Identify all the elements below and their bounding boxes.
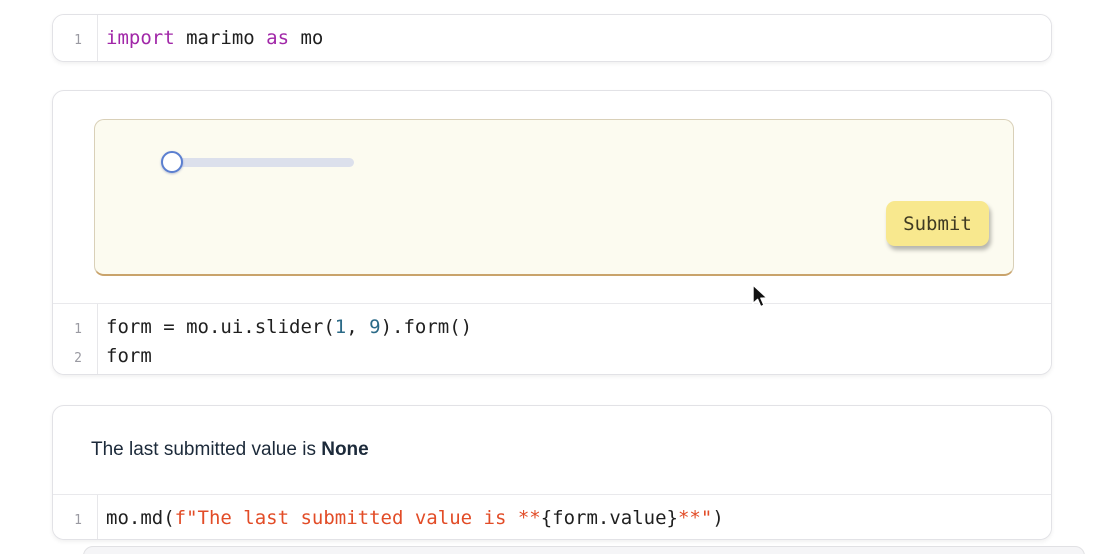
- code-token-plain: ).form(): [381, 316, 473, 338]
- notebook-cell-form: Submit 1form = mo.ui.slider(1, 9).form()…: [52, 90, 1052, 375]
- code-line[interactable]: 1form = mo.ui.slider(1, 9).form(): [53, 314, 1051, 343]
- cell-output-area: The last submitted value is None: [53, 406, 1051, 494]
- line-number: 1: [53, 507, 97, 534]
- code-token-keyword: import: [106, 27, 175, 49]
- code-text[interactable]: mo.md(f"The last submitted value is **{f…: [97, 505, 724, 532]
- code-line[interactable]: 1import marimo as mo: [53, 25, 1051, 54]
- code-text[interactable]: import marimo as mo: [97, 25, 323, 52]
- submit-button[interactable]: Submit: [886, 201, 989, 246]
- slider-thumb[interactable]: [161, 151, 183, 173]
- code-editor[interactable]: 1form = mo.ui.slider(1, 9).form()2form: [53, 303, 1051, 375]
- code-token-string: f: [175, 507, 186, 529]
- next-cell-peek[interactable]: [83, 546, 1085, 554]
- code-token-number: 9: [369, 316, 380, 338]
- form-panel: Submit: [94, 119, 1014, 276]
- slider-track[interactable]: [172, 158, 354, 167]
- code-token-plain: ): [712, 507, 723, 529]
- code-editor[interactable]: 1mo.md(f"The last submitted value is **{…: [53, 494, 1051, 540]
- code-token-string: **": [678, 507, 712, 529]
- notebook-cell-import: 1import marimo as mo: [52, 14, 1052, 62]
- code-token-plain: marimo: [175, 27, 267, 49]
- code-line[interactable]: 1mo.md(f"The last submitted value is **{…: [53, 505, 1051, 534]
- slider[interactable]: [161, 151, 371, 174]
- code-editor[interactable]: 1import marimo as mo: [53, 15, 1051, 62]
- line-number: 1: [53, 27, 97, 54]
- line-number: 1: [53, 316, 97, 343]
- code-line[interactable]: 2 form: [53, 343, 1051, 372]
- markdown-text: The last submitted value is: [91, 439, 321, 460]
- code-token-keyword: as: [266, 27, 289, 49]
- notebook-cell-markdown: The last submitted value is None 1mo.md(…: [52, 405, 1052, 540]
- code-token-plain: ,: [346, 316, 369, 338]
- markdown-output: The last submitted value is None: [91, 439, 369, 461]
- code-token-plain: {form.value}: [541, 507, 678, 529]
- markdown-bold-text: None: [321, 439, 369, 460]
- code-token-string: "The last submitted value is **: [186, 507, 541, 529]
- code-token-plain: form = mo.ui.slider(: [106, 316, 335, 338]
- code-text[interactable]: form = mo.ui.slider(1, 9).form(): [97, 314, 472, 341]
- code-token-plain: mo.md(: [106, 507, 175, 529]
- code-text[interactable]: form: [97, 343, 152, 370]
- line-number: 2: [53, 345, 97, 372]
- code-token-number: 1: [335, 316, 346, 338]
- code-token-plain: form: [106, 345, 152, 367]
- cell-output-area: Submit: [53, 91, 1051, 303]
- code-token-plain: mo: [289, 27, 323, 49]
